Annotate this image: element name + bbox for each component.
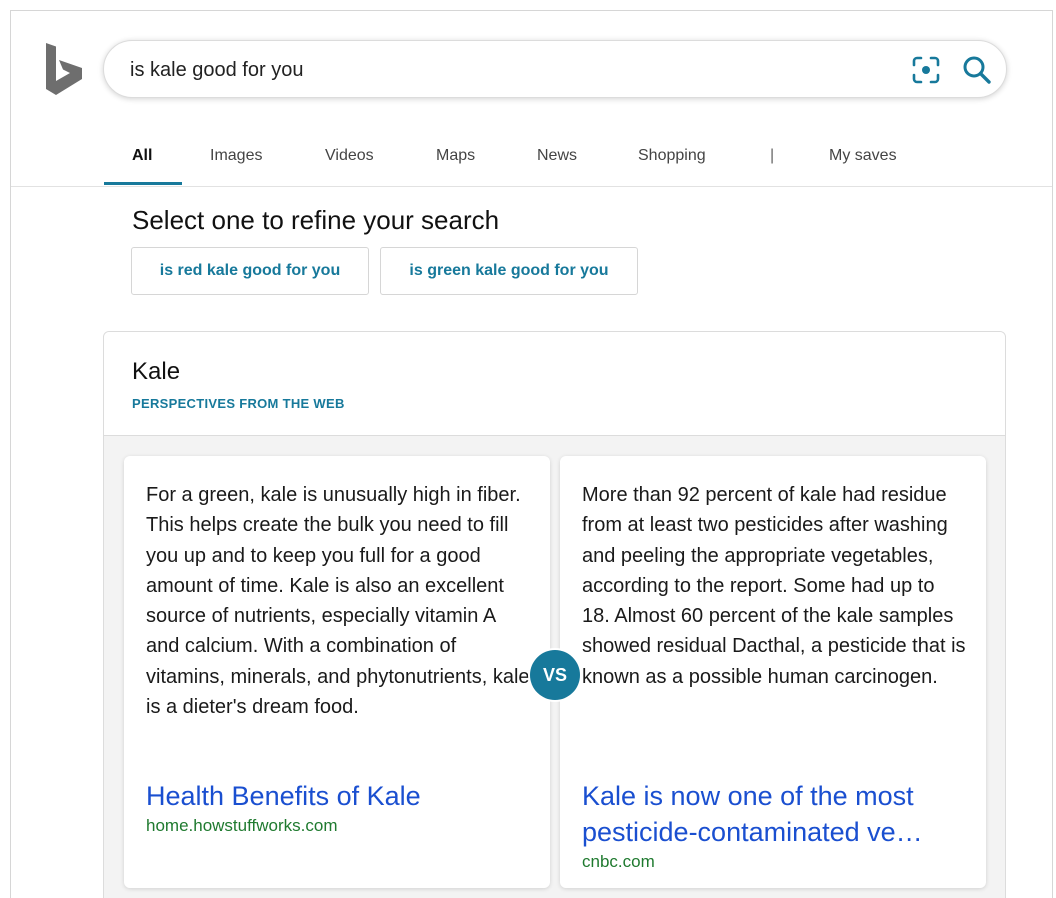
perspective-left-link[interactable]: Health Benefits of Kale — [146, 778, 421, 814]
perspectives-header: Kale PERSPECTIVES FROM THE WEB — [104, 332, 1005, 436]
tab-separator: | — [770, 147, 775, 164]
perspective-right: More than 92 percent of kale had residue… — [560, 456, 986, 888]
tab-my-saves[interactable]: My saves — [829, 147, 897, 165]
search-box — [103, 40, 1007, 98]
perspective-left: For a green, kale is unusually high in f… — [124, 456, 550, 888]
camera-scan-icon[interactable] — [910, 54, 942, 86]
perspectives-subtitle: PERSPECTIVES FROM THE WEB — [132, 396, 345, 411]
refine-chip-red-kale[interactable]: is red kale good for you — [131, 247, 369, 295]
perspective-right-link[interactable]: Kale is now one of the most pesticide-co… — [582, 778, 952, 850]
perspective-left-source: home.howstuffworks.com — [146, 816, 338, 835]
tab-news[interactable]: News — [537, 147, 577, 165]
tab-maps[interactable]: Maps — [436, 147, 475, 165]
perspectives-title: Kale — [132, 358, 181, 385]
perspective-left-text: For a green, kale is unusually high in f… — [146, 484, 530, 719]
header-divider — [11, 186, 1052, 187]
perspective-right-text: More than 92 percent of kale had residue… — [582, 484, 966, 688]
refine-chip-green-kale[interactable]: is green kale good for you — [380, 247, 638, 295]
tab-shopping[interactable]: Shopping — [638, 147, 706, 165]
browser-frame: All Images Videos Maps News Shopping | M… — [10, 10, 1053, 898]
search-input[interactable] — [130, 55, 890, 85]
search-tabs: All Images Videos Maps News Shopping | M… — [104, 139, 1004, 187]
tab-images[interactable]: Images — [210, 147, 262, 165]
tab-videos[interactable]: Videos — [325, 147, 374, 165]
perspectives-card: Kale PERSPECTIVES FROM THE WEB For a gre… — [103, 331, 1006, 898]
vs-badge: VS — [530, 650, 580, 700]
tab-all[interactable]: All — [132, 147, 152, 165]
perspective-right-source: cnbc.com — [582, 852, 655, 871]
refine-title: Select one to refine your search — [132, 205, 500, 235]
bing-logo[interactable] — [44, 43, 84, 95]
active-tab-indicator — [104, 182, 182, 185]
search-icon[interactable] — [960, 53, 994, 87]
